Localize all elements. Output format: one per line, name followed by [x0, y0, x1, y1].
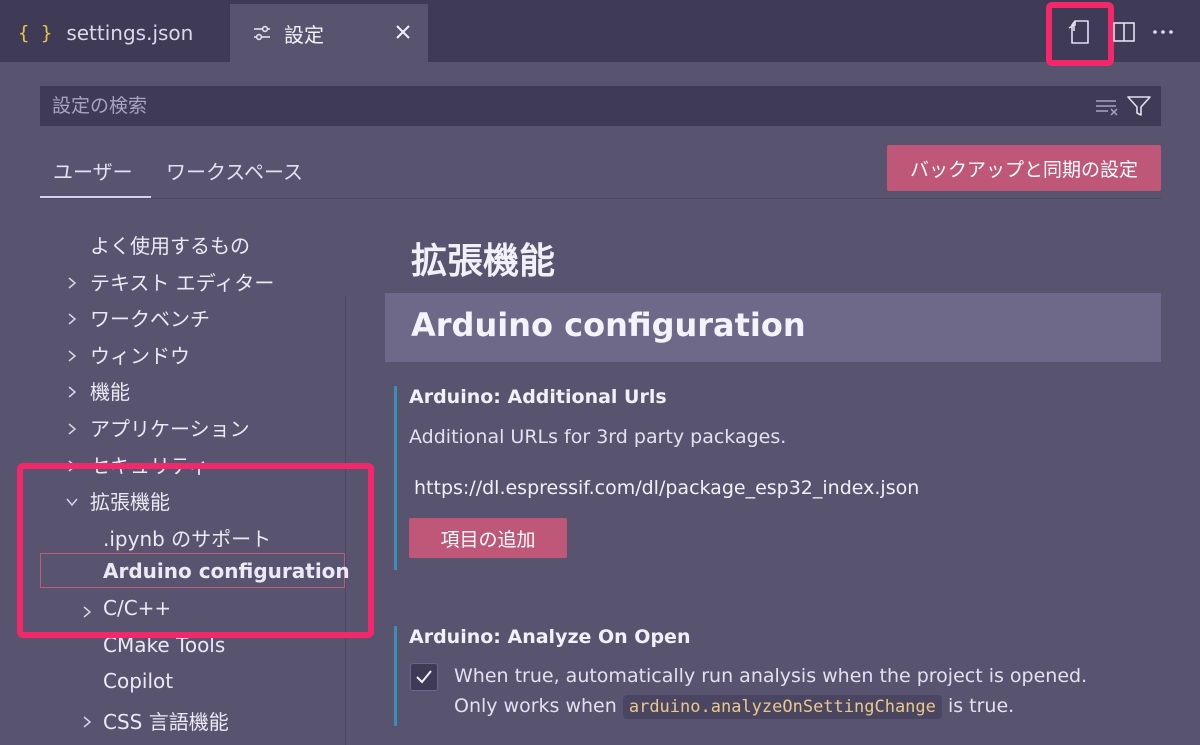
tab-label: settings.json [66, 21, 194, 45]
filter-icon[interactable] [1126, 94, 1152, 118]
tab-settings-json[interactable]: { } settings.json [0, 4, 226, 62]
toc-item[interactable]: テキスト エディター [40, 266, 345, 300]
description-text: is true. [947, 695, 1015, 717]
setting-description: Additional URLs for 3rd party packages. [409, 426, 787, 448]
toc-item[interactable]: 機能 [40, 375, 345, 409]
open-settings-json-icon[interactable] [1066, 18, 1094, 46]
tab-user[interactable]: ユーザー [53, 156, 133, 185]
chevron-right-icon [68, 313, 77, 325]
settings-search [40, 86, 1161, 126]
setting-description: When true, automatically run analysis wh… [454, 665, 1088, 687]
setting-focus-bar [394, 386, 397, 570]
toc-item-label: 機能 [90, 380, 130, 405]
setting-title: Arduino: Additional Urls [409, 386, 667, 408]
toc-item-label: Copilot [103, 669, 174, 694]
check-icon [416, 670, 432, 684]
close-icon[interactable] [392, 21, 414, 43]
toc-item[interactable]: CSS 言語機能 [40, 705, 345, 739]
toc-item-label: CSS 言語機能 [103, 709, 229, 734]
tab-label: 設定 [284, 22, 324, 47]
more-actions-icon[interactable] [1149, 18, 1177, 46]
page-title: 拡張機能 [411, 241, 556, 282]
chevron-right-icon [68, 277, 77, 289]
chevron-right-icon [68, 386, 77, 398]
toc-item-label: ウィンドウ [90, 343, 190, 368]
backup-sync-settings-button[interactable]: バックアップと同期の設定 [887, 145, 1161, 191]
toc-item-label: ワークベンチ [90, 307, 210, 332]
search-input[interactable] [40, 86, 1080, 126]
list-item[interactable]: https://dl.espressif.com/dl/package_esp3… [414, 477, 919, 499]
clear-filter-icon[interactable] [1094, 95, 1120, 117]
analyze-on-open-checkbox[interactable] [410, 663, 438, 691]
code-reference[interactable]: arduino.analyzeOnSettingChange [622, 695, 942, 719]
divider [40, 198, 1161, 199]
toc-item[interactable]: ワークベンチ [40, 302, 345, 336]
toc-item[interactable]: Copilot [40, 668, 345, 702]
split-editor-icon[interactable] [1110, 18, 1138, 46]
add-item-button[interactable]: 項目の追加 [409, 518, 567, 558]
settings-sliders-icon [254, 25, 270, 41]
chevron-right-icon [68, 423, 77, 435]
section-title: Arduino configuration [411, 306, 806, 344]
highlight-box [17, 463, 374, 638]
tab-settings[interactable]: 設定 [230, 4, 428, 62]
tab-workspace[interactable]: ワークスペース [166, 156, 303, 185]
toc-item[interactable]: アプリケーション [40, 412, 345, 446]
toc-item-label: よく使用するもの [90, 234, 250, 258]
setting-title: Arduino: Analyze On Open [409, 626, 691, 648]
description-text: Only works when [454, 695, 617, 717]
setting-description-line2: Only works when arduino.analyzeOnSetting… [454, 695, 1015, 719]
json-braces-icon: { } [18, 22, 53, 44]
chevron-right-icon [68, 350, 77, 362]
toc-item[interactable]: ウィンドウ [40, 339, 345, 373]
toc-item-label: テキスト エディター [90, 270, 275, 295]
setting-focus-bar [394, 626, 397, 726]
active-tab-indicator [40, 196, 151, 198]
chevron-right-icon [83, 716, 92, 728]
toc-item[interactable]: よく使用するもの [40, 229, 345, 263]
toc-item-label: アプリケーション [90, 417, 250, 441]
